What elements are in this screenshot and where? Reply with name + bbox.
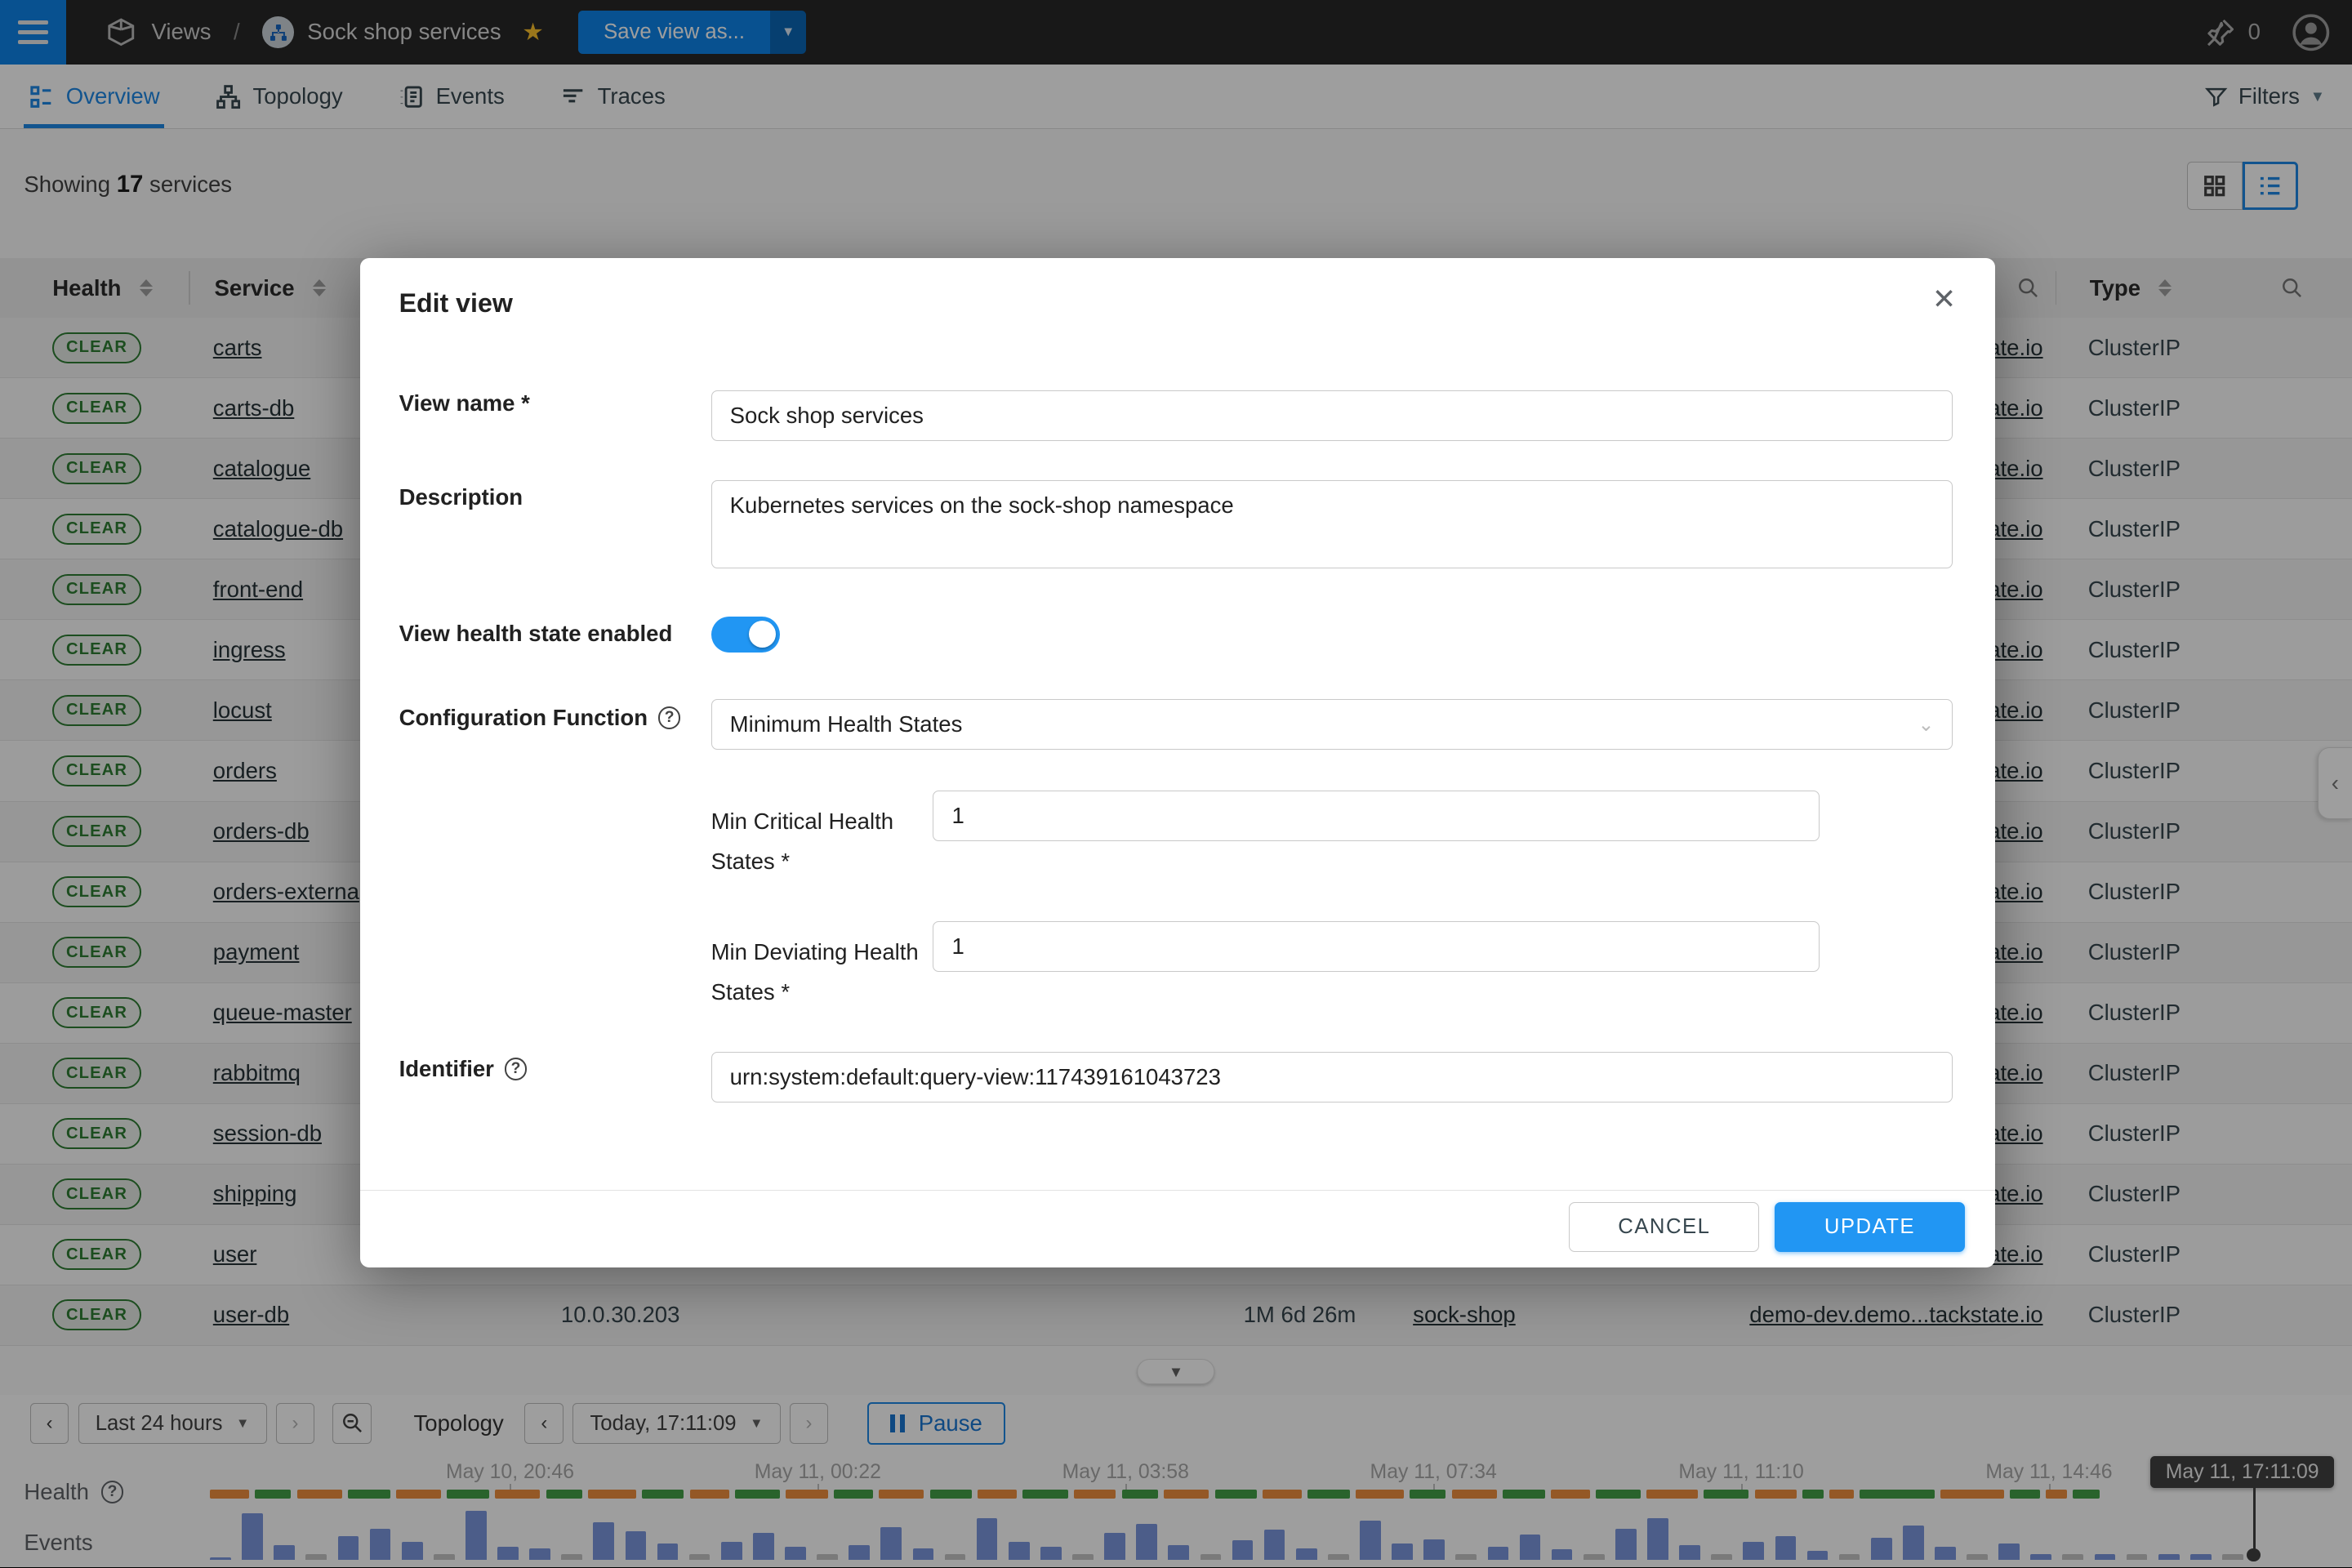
identifier-input[interactable]: urn:system:default:query-view:1174391610… bbox=[711, 1052, 1953, 1102]
description-label: Description bbox=[399, 484, 523, 510]
min-deviating-input[interactable]: 1 bbox=[933, 921, 1820, 972]
configuration-function-label: Configuration Function ? bbox=[399, 705, 681, 731]
view-name-label: View name * bbox=[399, 390, 530, 416]
configuration-function-help-icon[interactable]: ? bbox=[658, 706, 681, 729]
identifier-label: Identifier ? bbox=[399, 1056, 528, 1082]
identifier-help-icon[interactable]: ? bbox=[505, 1058, 528, 1080]
update-button[interactable]: UPDATE bbox=[1775, 1202, 1965, 1252]
modal-title: Edit view bbox=[399, 288, 513, 318]
view-name-input[interactable]: Sock shop services bbox=[711, 390, 1953, 441]
description-textarea[interactable]: Kubernetes services on the sock-shop nam… bbox=[711, 480, 1953, 568]
min-critical-label: Min Critical Health States * bbox=[711, 801, 921, 882]
cancel-button[interactable]: CANCEL bbox=[1569, 1202, 1759, 1252]
configuration-function-select[interactable]: Minimum Health States ⌄ bbox=[711, 699, 1953, 750]
min-deviating-label: Min Deviating Health States * bbox=[711, 932, 921, 1013]
health-state-toggle[interactable] bbox=[711, 617, 780, 653]
health-state-label: View health state enabled bbox=[399, 621, 673, 647]
min-critical-input[interactable]: 1 bbox=[933, 791, 1820, 841]
close-icon[interactable]: ✕ bbox=[1932, 283, 1956, 316]
app-root: Views / Sock shop services ★ Save view a… bbox=[0, 0, 2352, 1567]
chevron-down-icon: ⌄ bbox=[1918, 713, 1934, 737]
edit-view-modal: Edit view ✕ Sock shop services View name… bbox=[360, 258, 1995, 1267]
modal-footer: CANCEL UPDATE bbox=[360, 1190, 1995, 1268]
